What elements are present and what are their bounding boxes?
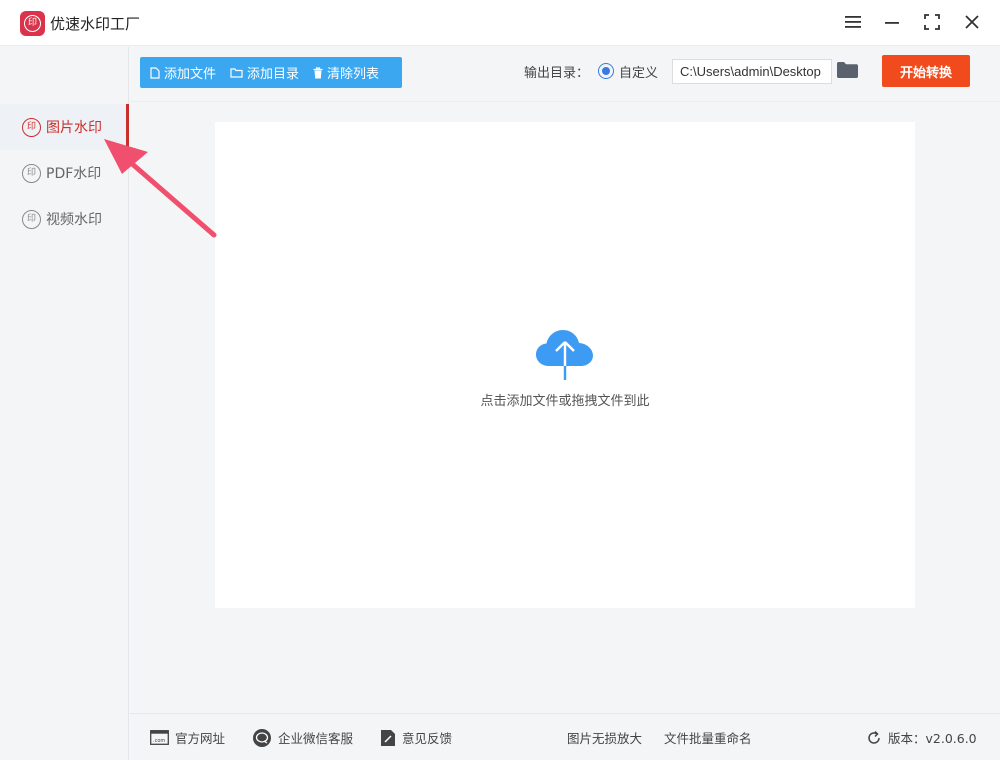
feedback-icon [381,729,395,746]
sidebar-item-pdf-watermark[interactable]: 印 PDF水印 [0,150,129,196]
custom-output-label: 自定义 [619,66,659,81]
wechat-support-link[interactable]: 企业微信客服 [252,728,353,747]
stamp-icon: 印 [22,163,41,183]
cloud-upload-icon [536,330,593,380]
sidebar-item-image-watermark[interactable]: 印 图片水印 [0,104,129,150]
stamp-icon: 印 [22,117,41,137]
file-icon [150,66,160,79]
minimize-icon[interactable] [877,8,907,36]
folder-outline-icon [230,68,243,78]
image-upscale-link[interactable]: 图片无损放大 [567,728,642,747]
batch-rename-link[interactable]: 文件批量重命名 [664,728,752,747]
sidebar: 印 图片水印 印 PDF水印 印 视频水印 [0,47,129,760]
feedback-label: 意见反馈 [402,731,453,746]
trash-icon [313,66,323,78]
upscale-label: 图片无损放大 [567,731,643,746]
maximize-icon[interactable] [917,8,947,36]
clear-list-label: 清除列表 [327,67,380,82]
add-folder-button[interactable]: 添加目录 [230,63,299,82]
clear-list-button[interactable]: 清除列表 [313,63,379,82]
start-convert-button[interactable]: 开始转换 [882,55,970,87]
app-logo-icon: 印 [20,11,45,36]
refresh-icon [868,730,880,744]
add-file-label: 添加文件 [164,67,217,82]
stamp-icon: 印 [22,209,41,229]
official-website-link[interactable]: .com 官方网址 [150,728,225,747]
svg-text:.com: .com [153,738,165,744]
drop-hint-text: 点击添加文件或拖拽文件到此 [480,394,650,409]
version-label: 版本：v2.0.6.0 [888,731,977,746]
add-file-button[interactable]: 添加文件 [150,63,216,82]
toolbar-divider [130,101,1000,102]
app-title: 优速水印工厂 [50,15,141,33]
feedback-link[interactable]: 意见反馈 [380,728,452,747]
menu-icon[interactable] [838,8,868,36]
title-bar: 印 优速水印工厂 [0,0,1000,46]
folder-icon[interactable] [837,62,858,82]
sidebar-item-video-watermark[interactable]: 印 视频水印 [0,196,129,242]
website-label: 官方网址 [175,731,226,746]
close-icon[interactable] [957,8,987,36]
chat-icon [253,728,271,747]
output-path-input[interactable] [672,59,832,84]
sidebar-item-label: PDF水印 [46,166,102,182]
output-dir-label: 输出目录： [524,66,590,81]
website-icon: .com [150,730,169,745]
wechat-label: 企业微信客服 [278,731,354,746]
custom-output-radio[interactable] [598,63,614,79]
rename-label: 文件批量重命名 [664,731,752,746]
file-drop-zone[interactable]: 点击添加文件或拖拽文件到此 [215,122,915,608]
file-toolbar: 添加文件 添加目录 清除列表 [140,57,402,88]
add-folder-label: 添加目录 [247,67,300,82]
footer-bar: .com 官方网址 企业微信客服 意见反馈 图片无损放大 文件批量重命名 版本：… [130,713,1000,760]
version-info[interactable]: 版本：v2.0.6.0 [866,728,977,747]
sidebar-item-label: 图片水印 [46,120,102,136]
sidebar-item-label: 视频水印 [46,212,102,228]
